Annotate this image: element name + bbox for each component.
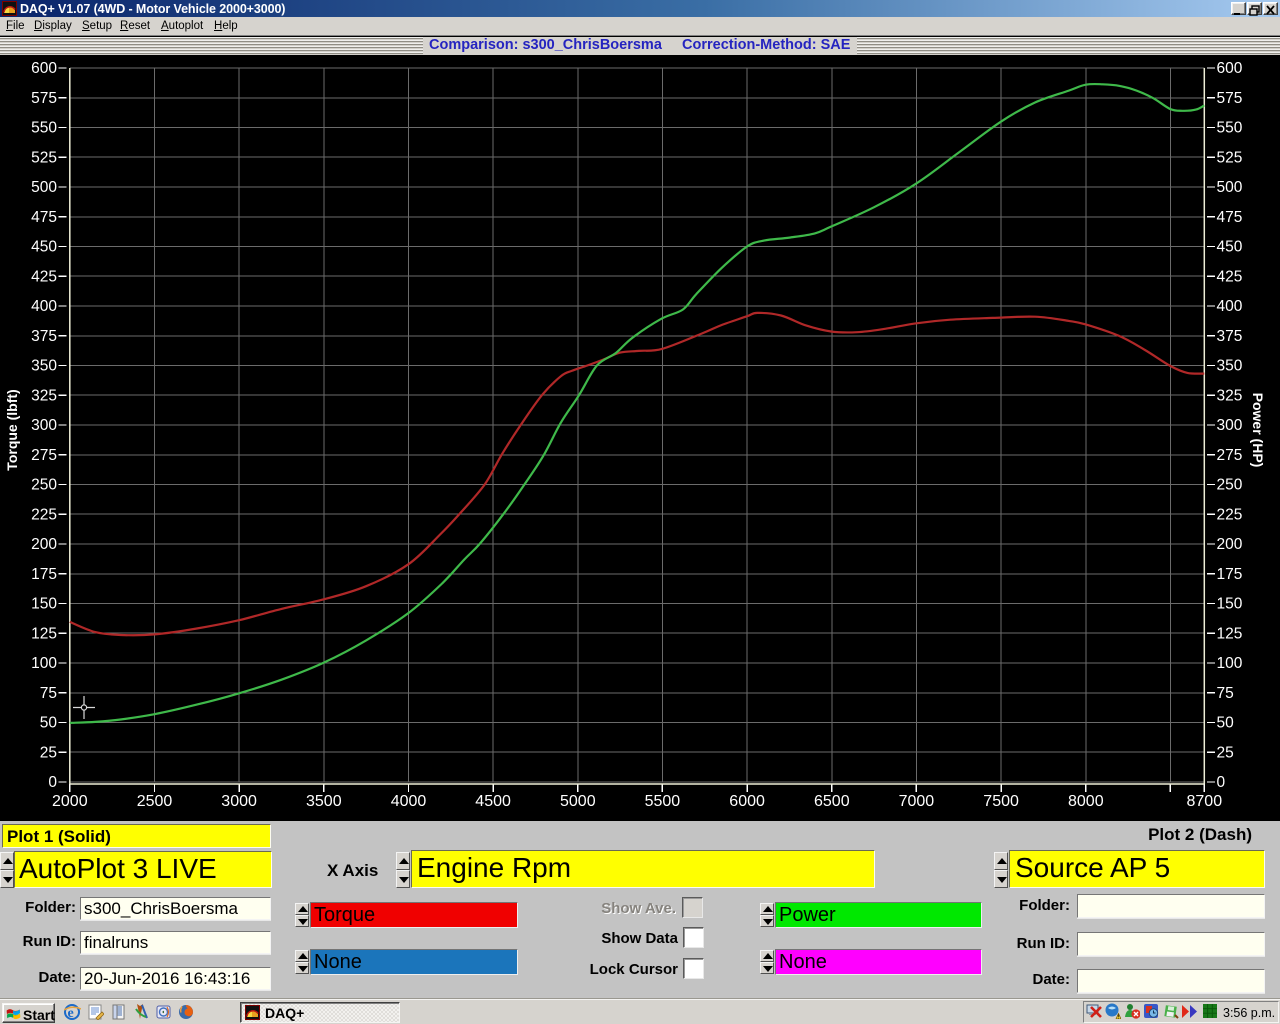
svg-text:6500: 6500	[814, 793, 850, 810]
svg-text:0: 0	[1217, 774, 1226, 791]
svg-text:200: 200	[1217, 536, 1243, 553]
svg-text:8000: 8000	[1068, 793, 1104, 810]
svg-text:225: 225	[1217, 506, 1243, 523]
svg-text:8700: 8700	[1187, 793, 1223, 810]
svg-text:5000: 5000	[560, 793, 596, 810]
svg-text:75: 75	[1217, 685, 1234, 702]
svg-text:175: 175	[31, 566, 57, 583]
svg-text:350: 350	[1217, 358, 1243, 375]
svg-text:2000: 2000	[52, 793, 88, 810]
svg-text:400: 400	[1217, 298, 1243, 315]
svg-text:575: 575	[1217, 90, 1243, 107]
svg-text:400: 400	[31, 298, 57, 315]
svg-text:375: 375	[31, 328, 57, 345]
svg-text:Torque (lbft): Torque (lbft)	[4, 389, 20, 470]
svg-text:200: 200	[31, 536, 57, 553]
svg-text:75: 75	[40, 685, 57, 702]
svg-text:525: 525	[31, 150, 57, 167]
svg-text:6000: 6000	[729, 793, 765, 810]
svg-text:225: 225	[31, 506, 57, 523]
svg-text:150: 150	[31, 596, 57, 613]
svg-text:7500: 7500	[983, 793, 1019, 810]
svg-text:175: 175	[1217, 566, 1243, 583]
svg-text:50: 50	[1217, 715, 1235, 732]
svg-text:4500: 4500	[475, 793, 511, 810]
svg-text:300: 300	[1217, 417, 1243, 434]
svg-text:0: 0	[48, 774, 57, 791]
svg-text:!: !	[1117, 1015, 1119, 1019]
svg-text:275: 275	[1217, 447, 1243, 464]
svg-text:425: 425	[1217, 268, 1243, 285]
svg-text:125: 125	[1217, 626, 1243, 643]
svg-text:450: 450	[1217, 239, 1243, 256]
svg-text:100: 100	[1217, 655, 1243, 672]
svg-text:4000: 4000	[391, 793, 427, 810]
svg-text:7000: 7000	[899, 793, 935, 810]
svg-text:450: 450	[31, 239, 57, 256]
svg-text:Power (HP): Power (HP)	[1250, 393, 1266, 468]
svg-text:300: 300	[31, 417, 57, 434]
svg-text:425: 425	[31, 268, 57, 285]
svg-text:125: 125	[31, 626, 57, 643]
svg-text:25: 25	[1217, 745, 1234, 762]
svg-text:50: 50	[40, 715, 58, 732]
svg-text:150: 150	[1217, 596, 1243, 613]
svg-text:500: 500	[1217, 179, 1243, 196]
svg-text:550: 550	[31, 120, 57, 137]
svg-text:25: 25	[40, 745, 57, 762]
svg-text:2500: 2500	[137, 793, 173, 810]
svg-text:525: 525	[1217, 150, 1243, 167]
svg-text:3500: 3500	[306, 793, 342, 810]
svg-text:325: 325	[1217, 387, 1243, 404]
svg-text:475: 475	[1217, 209, 1243, 226]
svg-text:250: 250	[31, 477, 57, 494]
svg-text:250: 250	[1217, 477, 1243, 494]
svg-text:5500: 5500	[645, 793, 681, 810]
svg-text:325: 325	[31, 387, 57, 404]
svg-text:275: 275	[31, 447, 57, 464]
svg-text:575: 575	[31, 90, 57, 107]
svg-text:350: 350	[31, 358, 57, 375]
svg-text:3000: 3000	[221, 793, 257, 810]
svg-text:600: 600	[31, 60, 57, 77]
svg-text:600: 600	[1217, 60, 1243, 77]
svg-text:550: 550	[1217, 120, 1243, 137]
svg-text:500: 500	[31, 179, 57, 196]
svg-text:475: 475	[31, 209, 57, 226]
svg-text:375: 375	[1217, 328, 1243, 345]
svg-text:100: 100	[31, 655, 57, 672]
